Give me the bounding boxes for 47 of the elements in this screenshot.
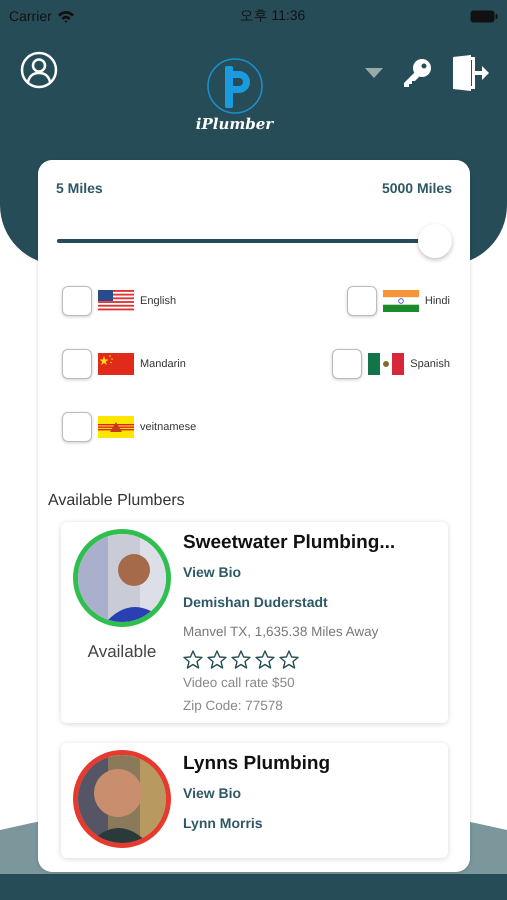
distance-slider[interactable]: [57, 224, 452, 258]
view-bio-link[interactable]: View Bio: [183, 785, 242, 801]
rate-text: Video call rate $50: [183, 675, 295, 690]
wifi-icon: [56, 10, 75, 22]
star-icon: [183, 650, 203, 669]
language-checkbox[interactable]: [62, 286, 92, 316]
carrier-label: Carrier: [9, 8, 52, 24]
language-checkbox[interactable]: [62, 349, 92, 379]
company-name: Sweetwater Plumbing...: [183, 532, 396, 554]
flag-icon: [98, 416, 134, 438]
flag-icon: [382, 290, 419, 312]
language-label: English: [140, 295, 176, 307]
location-text: Manvel TX, 1,635.38 Miles Away: [183, 624, 378, 639]
plumber-card[interactable]: Lynns Plumbing View Bio Lynn Morris: [61, 743, 448, 858]
star-icon: [279, 650, 299, 669]
status-time: 오후 11:36: [239, 7, 306, 25]
flag-icon: [98, 353, 134, 375]
flag-icon: [368, 353, 404, 375]
language-label: veitnamese: [140, 421, 196, 433]
star-icon: [255, 650, 275, 669]
owner-name: Lynn Morris: [183, 815, 263, 831]
star-icon: [231, 650, 251, 669]
profile-icon[interactable]: [20, 51, 58, 89]
zip-code-text: Zip Code: 77578: [183, 698, 283, 713]
flag-icon: [98, 290, 134, 312]
star-icon: [207, 650, 227, 669]
language-checkbox[interactable]: [62, 412, 92, 442]
view-bio-link[interactable]: View Bio: [183, 564, 242, 580]
section-title: Available Plumbers: [48, 492, 186, 510]
company-name: Lynns Plumbing: [183, 753, 330, 775]
language-label: Hindi: [424, 295, 450, 307]
language-label: Mandarin: [140, 358, 186, 370]
logo-text: iPlumber: [196, 115, 274, 133]
language-checkbox[interactable]: [346, 286, 377, 316]
plumber-card[interactable]: Available Sweetwater Plumbing... View Bio Demishan Duderstadt Manvel TX, 1,635.38 Miles Away Video call rate $50 Zip Code: 77578: [61, 522, 448, 723]
battery-icon: [470, 10, 498, 22]
logout-icon[interactable]: [451, 55, 489, 91]
logo-icon: [206, 57, 264, 115]
availability-label: Available: [88, 642, 156, 662]
language-checkbox[interactable]: [332, 349, 362, 379]
key-icon[interactable]: [401, 57, 433, 89]
max-distance-label: 5000 Miles: [382, 180, 452, 196]
owner-name: Demishan Duderstadt: [183, 594, 328, 610]
language-label: Spanish: [410, 358, 450, 370]
slider-thumb[interactable]: [418, 224, 452, 258]
dropdown-caret-icon[interactable]: [365, 68, 383, 78]
min-distance-label: 5 Miles: [56, 180, 103, 196]
